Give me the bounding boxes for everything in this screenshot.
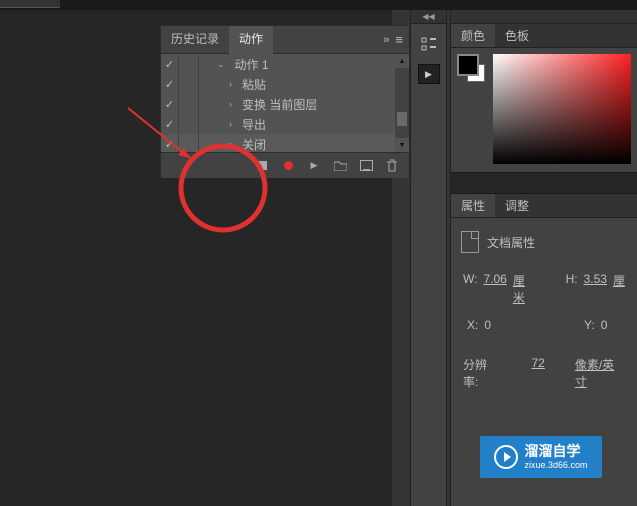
delete-button[interactable] bbox=[385, 159, 399, 173]
action-label: 导出 bbox=[242, 116, 266, 133]
new-action-button[interactable] bbox=[359, 159, 373, 173]
actions-panel: 历史记录 动作 » ≡ ✓ ⌄ 动作 1 ✓ › 粘贴 ✓ bbox=[160, 25, 410, 177]
chevron-right-icon[interactable]: › bbox=[229, 139, 232, 149]
action-row[interactable]: ✓ › 粘贴 bbox=[161, 74, 409, 94]
check-icon[interactable]: ✓ bbox=[165, 98, 174, 111]
watermark: 溜溜自学 zixue.3d66.com bbox=[480, 436, 602, 478]
fg-color-swatch[interactable] bbox=[457, 54, 479, 76]
document-tab-stub[interactable] bbox=[0, 0, 60, 8]
flyout-menu-icon[interactable]: ≡ bbox=[395, 32, 403, 47]
watermark-line1: 溜溜自学 bbox=[524, 443, 587, 460]
y-label: Y: bbox=[584, 318, 595, 332]
action-label: 动作 1 bbox=[235, 56, 269, 73]
actions-footer: ▶ bbox=[161, 152, 409, 178]
panel-gap bbox=[451, 172, 637, 194]
tab-actions[interactable]: 动作 bbox=[229, 26, 273, 54]
resolution-label: 分辨率: bbox=[463, 356, 501, 390]
play-button[interactable]: ▶ bbox=[307, 159, 321, 173]
tab-swatches[interactable]: 色板 bbox=[495, 24, 539, 47]
tab-color[interactable]: 颜色 bbox=[451, 24, 495, 47]
dock-play-button[interactable]: ▶ bbox=[418, 64, 440, 84]
scroll-down-icon[interactable]: ▼ bbox=[395, 138, 409, 152]
dock-icon-1[interactable] bbox=[411, 30, 447, 58]
y-value[interactable]: 0 bbox=[601, 318, 608, 332]
resolution-value[interactable]: 72 bbox=[531, 356, 544, 390]
height-unit[interactable]: 厘 bbox=[613, 272, 625, 306]
scroll-up-icon[interactable]: ▲ bbox=[395, 54, 409, 68]
action-list: ✓ ⌄ 动作 1 ✓ › 粘贴 ✓ › 变换 当前图层 ✓ bbox=[161, 54, 409, 152]
action-row[interactable]: ✓ › 关闭 bbox=[161, 134, 409, 152]
scrollbar[interactable]: ▲ ▼ bbox=[395, 54, 409, 152]
scroll-thumb[interactable] bbox=[397, 112, 407, 126]
record-button[interactable] bbox=[281, 159, 295, 173]
action-row[interactable]: ✓ ⌄ 动作 1 bbox=[161, 54, 409, 74]
chevron-right-icon[interactable]: › bbox=[229, 79, 232, 89]
new-set-button[interactable] bbox=[333, 159, 347, 173]
color-panel-body bbox=[451, 48, 637, 172]
chevron-down-icon[interactable]: ⌄ bbox=[217, 59, 225, 70]
attrs-panel-body: 文档属性 W: 7.06 厘米 H: 3.53 厘 X: 0 Y: 0 bbox=[451, 218, 637, 406]
panel-tabs: 历史记录 动作 » ≡ bbox=[161, 26, 409, 54]
fg-bg-swatch[interactable] bbox=[457, 54, 487, 84]
check-icon[interactable]: ✓ bbox=[165, 118, 174, 131]
height-value[interactable]: 3.53 bbox=[584, 272, 607, 306]
stop-button[interactable] bbox=[255, 159, 269, 173]
action-row[interactable]: ✓ › 变换 当前图层 bbox=[161, 94, 409, 114]
chevron-right-icon[interactable]: › bbox=[229, 99, 232, 109]
chevron-right-icon[interactable]: › bbox=[229, 119, 232, 129]
check-icon[interactable]: ✓ bbox=[165, 78, 174, 91]
top-strip bbox=[0, 0, 637, 10]
color-panel-tabs: 颜色 色板 bbox=[451, 24, 637, 48]
watermark-logo-icon bbox=[494, 445, 518, 469]
color-picker[interactable] bbox=[493, 54, 631, 164]
width-value[interactable]: 7.06 bbox=[483, 272, 506, 306]
play-icon: ▶ bbox=[425, 69, 432, 80]
collapse-button[interactable]: ◀◀ bbox=[411, 10, 446, 24]
collapsed-dock: ◀◀ ▶ bbox=[410, 10, 447, 506]
check-icon[interactable]: ✓ bbox=[165, 58, 174, 71]
dock-collapse-button[interactable] bbox=[451, 10, 637, 24]
attrs-panel-tabs: 属性 调整 bbox=[451, 194, 637, 218]
action-label: 关闭 bbox=[242, 136, 266, 153]
action-label: 粘贴 bbox=[242, 76, 266, 93]
document-icon bbox=[461, 231, 479, 253]
flyout-more-icon[interactable]: » bbox=[383, 34, 389, 46]
width-unit[interactable]: 厘米 bbox=[513, 272, 536, 306]
height-label: H: bbox=[566, 272, 578, 306]
right-dock: 颜色 色板 属性 调整 文档属性 W: 7.06 厘米 H: 3.53 bbox=[450, 10, 637, 506]
check-icon[interactable]: ✓ bbox=[165, 138, 174, 151]
action-row[interactable]: ✓ › 导出 bbox=[161, 114, 409, 134]
width-label: W: bbox=[463, 272, 477, 306]
document-properties-title: 文档属性 bbox=[487, 234, 535, 251]
action-label: 变换 当前图层 bbox=[242, 96, 317, 113]
x-label: X: bbox=[467, 318, 478, 332]
tab-history[interactable]: 历史记录 bbox=[161, 26, 229, 54]
x-value[interactable]: 0 bbox=[484, 318, 491, 332]
watermark-line2: zixue.3d66.com bbox=[524, 460, 587, 471]
tab-properties[interactable]: 属性 bbox=[451, 194, 495, 217]
resolution-unit[interactable]: 像素/英寸 bbox=[575, 356, 625, 390]
tab-adjustments[interactable]: 调整 bbox=[495, 194, 539, 217]
